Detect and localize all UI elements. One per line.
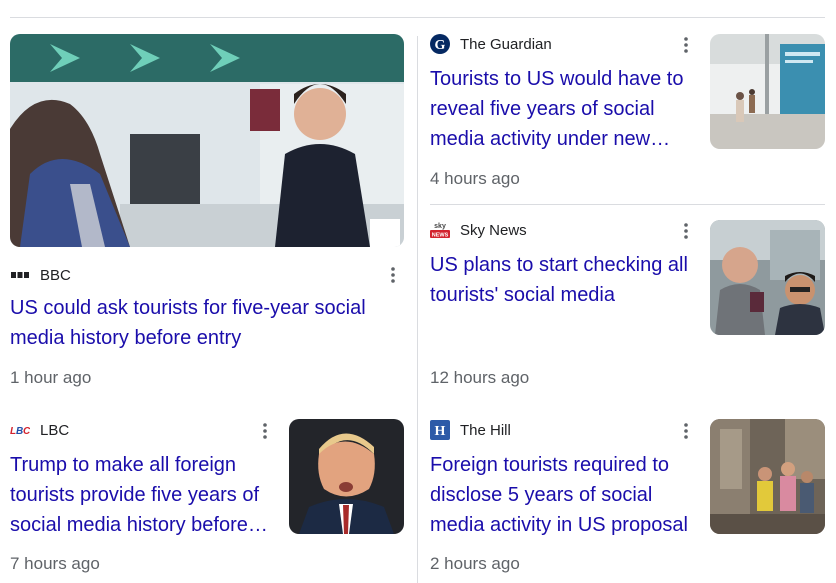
story-thumbnail-airport[interactable] <box>710 34 825 149</box>
source-name[interactable]: The Hill <box>460 422 511 439</box>
story-image-border-officer[interactable] <box>10 34 404 247</box>
svg-text:C: C <box>23 426 30 437</box>
headline-link[interactable]: US could ask tourists for five-year soci… <box>10 293 390 353</box>
story-thumbnail-tourists[interactable] <box>710 419 825 534</box>
headline-link[interactable]: Foreign tourists required to disclose 5 … <box>430 450 700 540</box>
vertical-dots-icon <box>684 37 688 53</box>
column-divider <box>417 36 418 583</box>
more-options-button[interactable] <box>676 221 696 241</box>
svg-text:NEWS: NEWS <box>432 233 449 239</box>
timestamp: 4 hours ago <box>430 169 520 188</box>
vertical-dots-icon <box>684 223 688 239</box>
lbc-icon: L B C <box>10 420 30 440</box>
source-name[interactable]: The Guardian <box>460 36 552 53</box>
source-row: L B C LBC <box>10 420 69 440</box>
more-options-button[interactable] <box>676 35 696 55</box>
source-row: sky NEWS Sky News <box>430 220 527 240</box>
source-row: BBC <box>10 265 71 285</box>
svg-text:sky: sky <box>434 223 446 230</box>
timestamp: 1 hour ago <box>10 368 92 387</box>
more-options-button[interactable] <box>383 265 403 285</box>
sky-news-icon: sky NEWS <box>430 220 450 240</box>
svg-text:H: H <box>435 424 446 439</box>
timestamp: 7 hours ago <box>10 554 100 573</box>
source-row: H The Hill <box>430 420 511 440</box>
more-options-button[interactable] <box>676 421 696 441</box>
headline-link[interactable]: Trump to make all foreign tourists provi… <box>10 450 275 540</box>
vertical-dots-icon <box>391 267 395 283</box>
source-name[interactable]: Sky News <box>460 222 527 239</box>
story-thumbnail-trump[interactable] <box>289 419 404 534</box>
the-hill-icon: H <box>430 420 450 440</box>
source-name[interactable]: LBC <box>40 422 69 439</box>
story-thumbnail-passport-check[interactable] <box>710 220 825 335</box>
timestamp: 2 hours ago <box>430 554 520 573</box>
headline-link[interactable]: Tourists to US would have to reveal five… <box>430 64 695 154</box>
timestamp: 12 hours ago <box>430 368 530 387</box>
row-divider <box>430 204 825 205</box>
bbc-icon <box>10 265 30 285</box>
top-divider <box>10 17 825 18</box>
svg-text:G: G <box>435 38 446 53</box>
vertical-dots-icon <box>263 423 267 439</box>
source-row: G The Guardian <box>430 34 552 54</box>
headline-link[interactable]: US plans to start checking all tourists'… <box>430 250 700 310</box>
vertical-dots-icon <box>684 423 688 439</box>
source-name[interactable]: BBC <box>40 267 71 284</box>
more-options-button[interactable] <box>255 421 275 441</box>
guardian-icon: G <box>430 34 450 54</box>
